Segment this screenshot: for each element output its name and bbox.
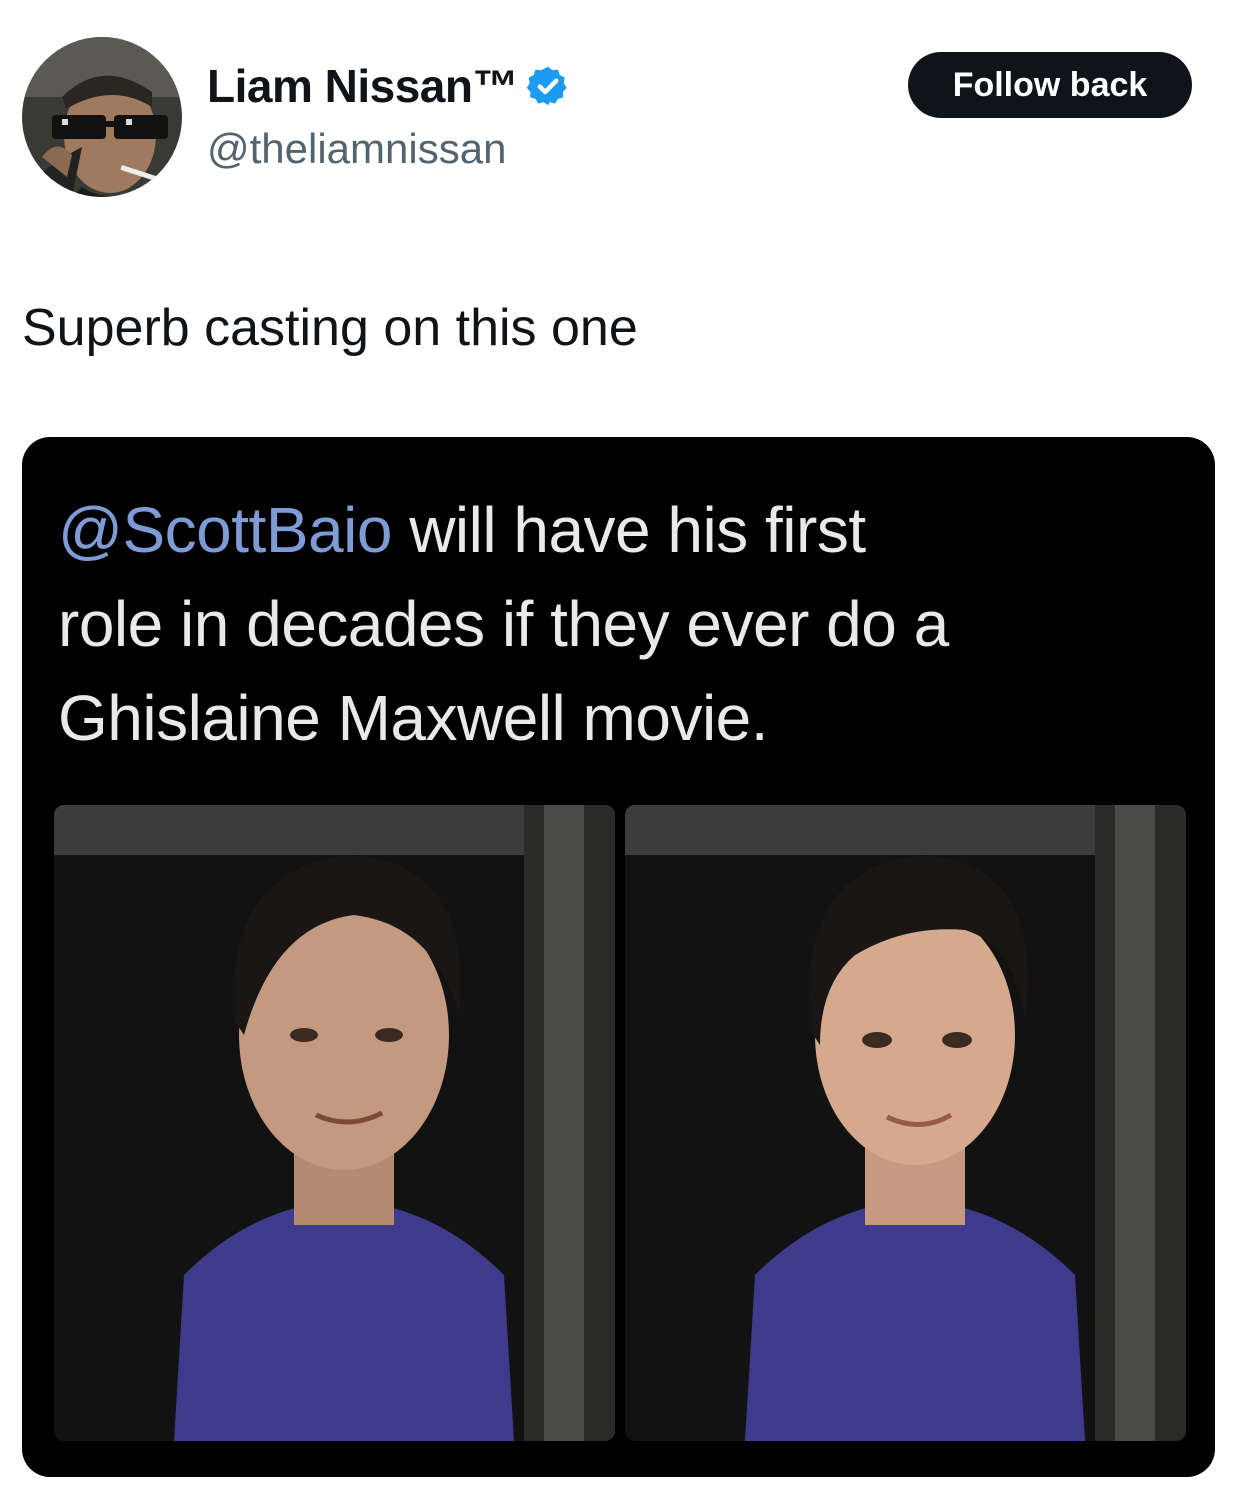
author-avatar[interactable]: [22, 37, 182, 197]
person-photo-left-icon: [54, 805, 615, 1441]
meme-caption-line2: role in decades if they ever do a: [58, 588, 949, 660]
display-name-text: Liam Nissan™: [207, 60, 519, 112]
photo-left: [54, 805, 615, 1441]
profile-photo-icon: [22, 37, 182, 197]
author-handle[interactable]: @theliamnissan: [207, 123, 506, 175]
meme-caption-mention: @ScottBaio: [58, 494, 392, 566]
author-display-name[interactable]: Liam Nissan™: [207, 58, 570, 114]
meme-caption: @ScottBaio will have his first role in d…: [58, 483, 1188, 765]
verified-badge-icon: [526, 64, 570, 108]
photo-right: [625, 805, 1186, 1441]
person-photo-right-icon: [625, 805, 1186, 1441]
meme-caption-line3: Ghislaine Maxwell movie.: [58, 682, 769, 754]
follow-back-button[interactable]: Follow back: [908, 52, 1192, 118]
tweet-media-image[interactable]: @ScottBaio will have his first role in d…: [22, 437, 1215, 1477]
tweet-text: Superb casting on this one: [22, 299, 638, 357]
meme-caption-line1: will have his first: [391, 494, 866, 566]
